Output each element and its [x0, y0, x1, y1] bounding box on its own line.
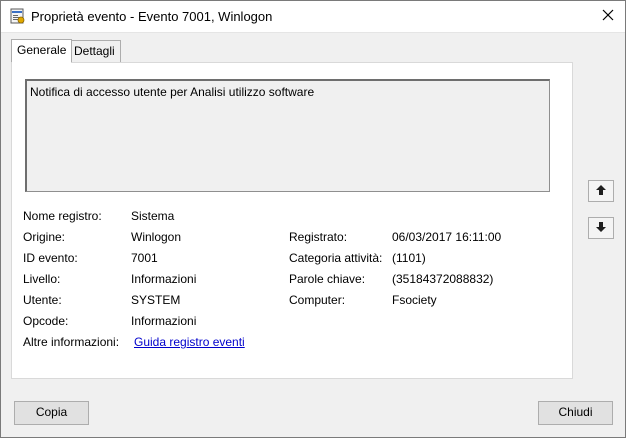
event-log-help-link[interactable]: Guida registro eventi [134, 335, 245, 349]
previous-event-button[interactable] [588, 180, 614, 202]
event-description: Notifica di accesso utente per Analisi u… [30, 85, 315, 99]
next-event-button[interactable] [588, 217, 614, 239]
opcode-value: Informazioni [131, 314, 197, 328]
opcode-label: Opcode: [23, 314, 69, 328]
computer-value: Fsociety [392, 293, 437, 307]
close-window-button[interactable] [591, 1, 625, 32]
copy-button-label: Copia [35, 405, 68, 419]
close-icon [602, 9, 614, 24]
event-id-value: 7001 [131, 251, 158, 265]
log-name-value: Sistema [131, 209, 175, 223]
event-log-icon [9, 8, 25, 24]
arrow-up-icon [595, 184, 607, 199]
source-value: Winlogon [131, 230, 182, 244]
task-category-label: Categoria attività: [289, 251, 383, 265]
level-label: Livello: [23, 272, 61, 286]
title-bar[interactable]: Proprietà evento - Evento 7001, Winlogon [1, 1, 625, 33]
log-name-label: Nome registro: [23, 209, 102, 223]
user-label: Utente: [23, 293, 62, 307]
logged-value: 06/03/2017 16:11:00 [392, 230, 502, 244]
tab-generale[interactable]: Generale [11, 39, 73, 63]
window-title: Proprietà evento - Evento 7001, Winlogon [31, 9, 273, 24]
close-button[interactable]: Chiudi [538, 401, 613, 425]
task-category-value: (1101) [392, 251, 426, 265]
event-properties-window: Proprietà evento - Evento 7001, Winlogon… [0, 0, 626, 438]
description-box[interactable]: Notifica di accesso utente per Analisi u… [25, 79, 550, 192]
tab-label: Generale [17, 43, 67, 57]
tab-dettagli[interactable]: Dettagli [68, 40, 121, 63]
copy-button[interactable]: Copia [14, 401, 89, 425]
event-id-label: ID evento: [23, 251, 78, 265]
keywords-value: (35184372088832) [392, 272, 494, 286]
arrow-down-icon [595, 221, 607, 236]
tab-label: Dettagli [74, 44, 115, 58]
level-value: Informazioni [131, 272, 197, 286]
user-value: SYSTEM [131, 293, 181, 307]
general-panel: Notifica di accesso utente per Analisi u… [11, 62, 573, 379]
more-info-label: Altre informazioni: [23, 335, 120, 349]
logged-label: Registrato: [289, 230, 348, 244]
close-button-label: Chiudi [558, 405, 593, 419]
keywords-label: Parole chiave: [289, 272, 366, 286]
computer-label: Computer: [289, 293, 346, 307]
source-label: Origine: [23, 230, 66, 244]
